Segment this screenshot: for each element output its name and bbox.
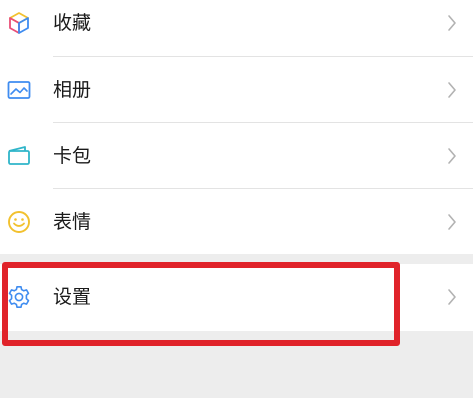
chevron-right-icon: [447, 288, 457, 306]
menu-group-main: 收藏 相册 卡包 表情: [0, 0, 473, 254]
menu-item-favorites[interactable]: 收藏: [0, 0, 473, 56]
gear-icon: [6, 284, 32, 310]
menu-item-stickers[interactable]: 表情: [0, 189, 473, 255]
menu-item-label: 表情: [53, 211, 92, 233]
chevron-right-icon: [447, 213, 457, 231]
favorites-cube-icon: [6, 10, 32, 36]
menu-item-card-wallet[interactable]: 卡包: [0, 123, 473, 189]
menu-item-label: 设置: [53, 286, 92, 308]
card-wallet-icon: [6, 143, 32, 169]
menu-item-album[interactable]: 相册: [0, 57, 473, 123]
menu-item-label: 收藏: [53, 12, 92, 34]
chevron-right-icon: [447, 147, 457, 165]
menu-item-label: 相册: [53, 79, 92, 101]
menu-item-settings[interactable]: 设置: [0, 264, 473, 330]
chevron-right-icon: [447, 81, 457, 99]
menu-item-label: 卡包: [53, 145, 92, 167]
emoji-smile-icon: [6, 209, 32, 235]
album-picture-icon: [6, 77, 32, 103]
chevron-right-icon: [447, 14, 457, 32]
menu-group-settings: 设置: [0, 264, 473, 331]
me-page-menu: 收藏 相册 卡包 表情 设置: [0, 0, 473, 398]
